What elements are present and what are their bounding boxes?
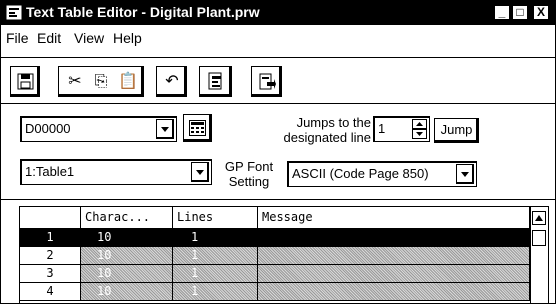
address-value: D00000 [25, 121, 71, 136]
import-icon [208, 72, 222, 90]
lines-cell[interactable]: 1 [173, 247, 258, 265]
undo-icon: ↶ [165, 71, 179, 90]
jump-label-line1: Jumps to the [296, 115, 371, 130]
font-select-value: ASCII (Code Page 850) [292, 166, 429, 181]
column-header-index[interactable] [20, 207, 81, 229]
grid-separator [1, 199, 555, 200]
row-number: 4 [20, 283, 81, 301]
text-table-grid: Charac... Lines Message 1 10 1 2 10 1 3 … [19, 206, 549, 303]
lines-cell[interactable]: 1 [173, 265, 258, 283]
jump-button[interactable]: Jump [434, 118, 479, 143]
vertical-scrollbar[interactable] [530, 207, 548, 303]
table-row[interactable]: 2 10 1 [20, 247, 530, 265]
characters-cell[interactable]: 10 [81, 265, 173, 283]
minimize-button[interactable]: _ [494, 5, 510, 20]
copy-icon[interactable]: ⎘ [92, 72, 110, 90]
save-icon [17, 73, 34, 90]
characters-cell[interactable]: 10 [81, 247, 173, 265]
message-cell[interactable] [258, 265, 530, 283]
undo-button[interactable]: ↶ [156, 66, 187, 97]
maximize-button[interactable]: □ [512, 5, 528, 20]
row-number: 3 [20, 265, 81, 283]
jump-line-stepper[interactable]: 1 [373, 116, 430, 142]
font-label-line1: GP Font [224, 159, 274, 174]
row-number: 2 [20, 247, 81, 265]
message-cell[interactable] [258, 247, 530, 265]
table-select[interactable]: 1:Table1 [20, 159, 212, 185]
characters-cell[interactable]: 10 [81, 283, 173, 301]
message-cell[interactable] [258, 283, 530, 301]
menu-edit[interactable]: Edit [37, 30, 61, 46]
font-setting-label: GP Font Setting [215, 159, 283, 189]
address-dropdown[interactable]: D00000 [20, 116, 177, 142]
menu-view[interactable]: View [74, 30, 104, 46]
paste-icon[interactable]: 📋 [118, 72, 138, 90]
jump-label: Jumps to the designated line [250, 115, 371, 145]
chevron-down-icon[interactable] [191, 162, 209, 182]
toolbar-separator [1, 103, 555, 104]
stepper-arrows-icon[interactable] [412, 119, 427, 139]
scroll-up-icon[interactable] [532, 211, 546, 225]
export-icon [259, 73, 276, 90]
menu-help[interactable]: Help [113, 30, 142, 46]
lines-cell[interactable]: 1 [173, 229, 258, 247]
jump-label-line2: designated line [283, 130, 371, 145]
jump-line-value: 1 [378, 121, 386, 136]
font-label-line2: Setting [228, 174, 270, 189]
column-header-lines[interactable]: Lines [173, 207, 258, 229]
table-row[interactable]: 1 10 1 [20, 229, 530, 247]
chevron-down-icon[interactable] [156, 119, 174, 139]
font-select[interactable]: ASCII (Code Page 850) [287, 161, 477, 187]
cut-icon[interactable]: ✂ [66, 72, 84, 90]
chevron-down-icon[interactable] [456, 164, 474, 184]
scroll-thumb[interactable] [532, 230, 546, 246]
table-select-value: 1:Table1 [25, 164, 75, 179]
table-row[interactable]: 4 10 1 [20, 283, 530, 301]
text-table-editor-window: Text Table Editor - Digital Plant.prw _ … [0, 0, 556, 304]
export-button[interactable] [251, 66, 282, 97]
table-row[interactable]: 3 10 1 [20, 265, 530, 283]
clipboard-toolbar-group: ✂ ⎘ 📋 [58, 66, 144, 97]
close-button[interactable]: X [533, 5, 549, 20]
window-title: Text Table Editor - Digital Plant.prw [26, 4, 260, 20]
menu-bar: File Edit View Help [1, 25, 555, 51]
message-cell[interactable] [258, 229, 530, 247]
title-bar: Text Table Editor - Digital Plant.prw _ … [1, 1, 555, 25]
keypad-icon [189, 120, 206, 136]
menu-file[interactable]: File [6, 30, 29, 46]
column-header-characters[interactable]: Charac... [81, 207, 173, 229]
import-button[interactable] [199, 66, 232, 97]
characters-cell[interactable]: 10 [81, 229, 173, 247]
row-number: 1 [20, 229, 81, 247]
menu-separator [1, 57, 555, 58]
keypad-button[interactable] [183, 114, 212, 142]
column-header-message[interactable]: Message [258, 207, 530, 229]
lines-cell[interactable]: 1 [173, 283, 258, 301]
save-button[interactable] [10, 66, 40, 97]
app-icon [6, 5, 22, 20]
